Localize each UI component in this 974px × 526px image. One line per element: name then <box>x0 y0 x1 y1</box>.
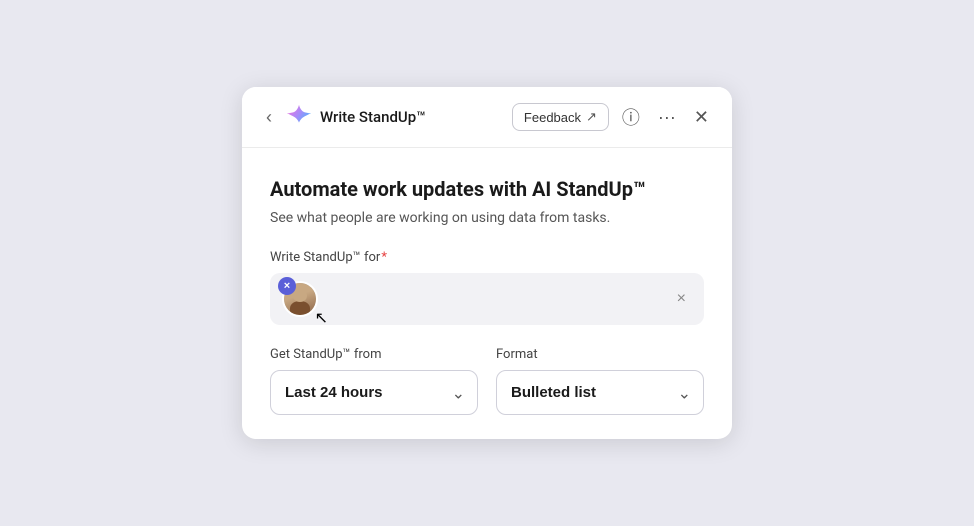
panel-title: Write StandUp™ <box>320 108 426 126</box>
panel-header: ‹ Write StandUp™ Feedback ↗ <box>242 87 732 148</box>
remove-chip-button[interactable]: × <box>278 277 296 295</box>
main-title: Automate work updates with AI StandUp™ <box>270 176 704 202</box>
panel-body: Automate work updates with AI StandUp™ S… <box>242 148 732 439</box>
subtitle: See what people are working on using dat… <box>270 210 704 226</box>
more-options-button[interactable]: ··· <box>653 104 681 131</box>
standup-logo-icon <box>286 104 312 130</box>
clear-button[interactable]: × <box>671 288 692 310</box>
required-marker: * <box>381 250 387 265</box>
cursor-icon: ↖ <box>315 308 328 327</box>
standup-from-label: Get StandUp™ from <box>270 347 478 362</box>
format-field: Format Bulleted list Numbered list Parag… <box>496 347 704 415</box>
format-label: Format <box>496 347 704 362</box>
standup-panel: ‹ Write StandUp™ Feedback ↗ <box>242 87 732 439</box>
external-link-icon: ↗ <box>586 109 597 125</box>
standup-from-field: Get StandUp™ from Last 24 hours Last 7 d… <box>270 347 478 415</box>
info-button[interactable]: ⓘ <box>617 101 645 133</box>
feedback-label: Feedback <box>524 110 581 125</box>
time-select-wrapper: Last 24 hours Last 7 days Last 30 days ⌄ <box>270 370 478 415</box>
for-field-label: Write StandUp™ for* <box>270 250 704 265</box>
time-select[interactable]: Last 24 hours Last 7 days Last 30 days <box>270 370 478 415</box>
back-button[interactable]: ‹ <box>260 105 278 130</box>
options-row: Get StandUp™ from Last 24 hours Last 7 d… <box>270 347 704 415</box>
feedback-button[interactable]: Feedback ↗ <box>512 103 609 131</box>
user-for-input[interactable]: × ↖ × <box>270 273 704 325</box>
close-button[interactable]: ✕ <box>689 104 714 131</box>
format-select-wrapper: Bulleted list Numbered list Paragraph ⌄ <box>496 370 704 415</box>
user-chip: × ↖ <box>282 281 318 317</box>
format-select[interactable]: Bulleted list Numbered list Paragraph <box>496 370 704 415</box>
header-left: ‹ Write StandUp™ <box>260 104 504 130</box>
header-right: Feedback ↗ ⓘ ··· ✕ <box>512 101 714 133</box>
